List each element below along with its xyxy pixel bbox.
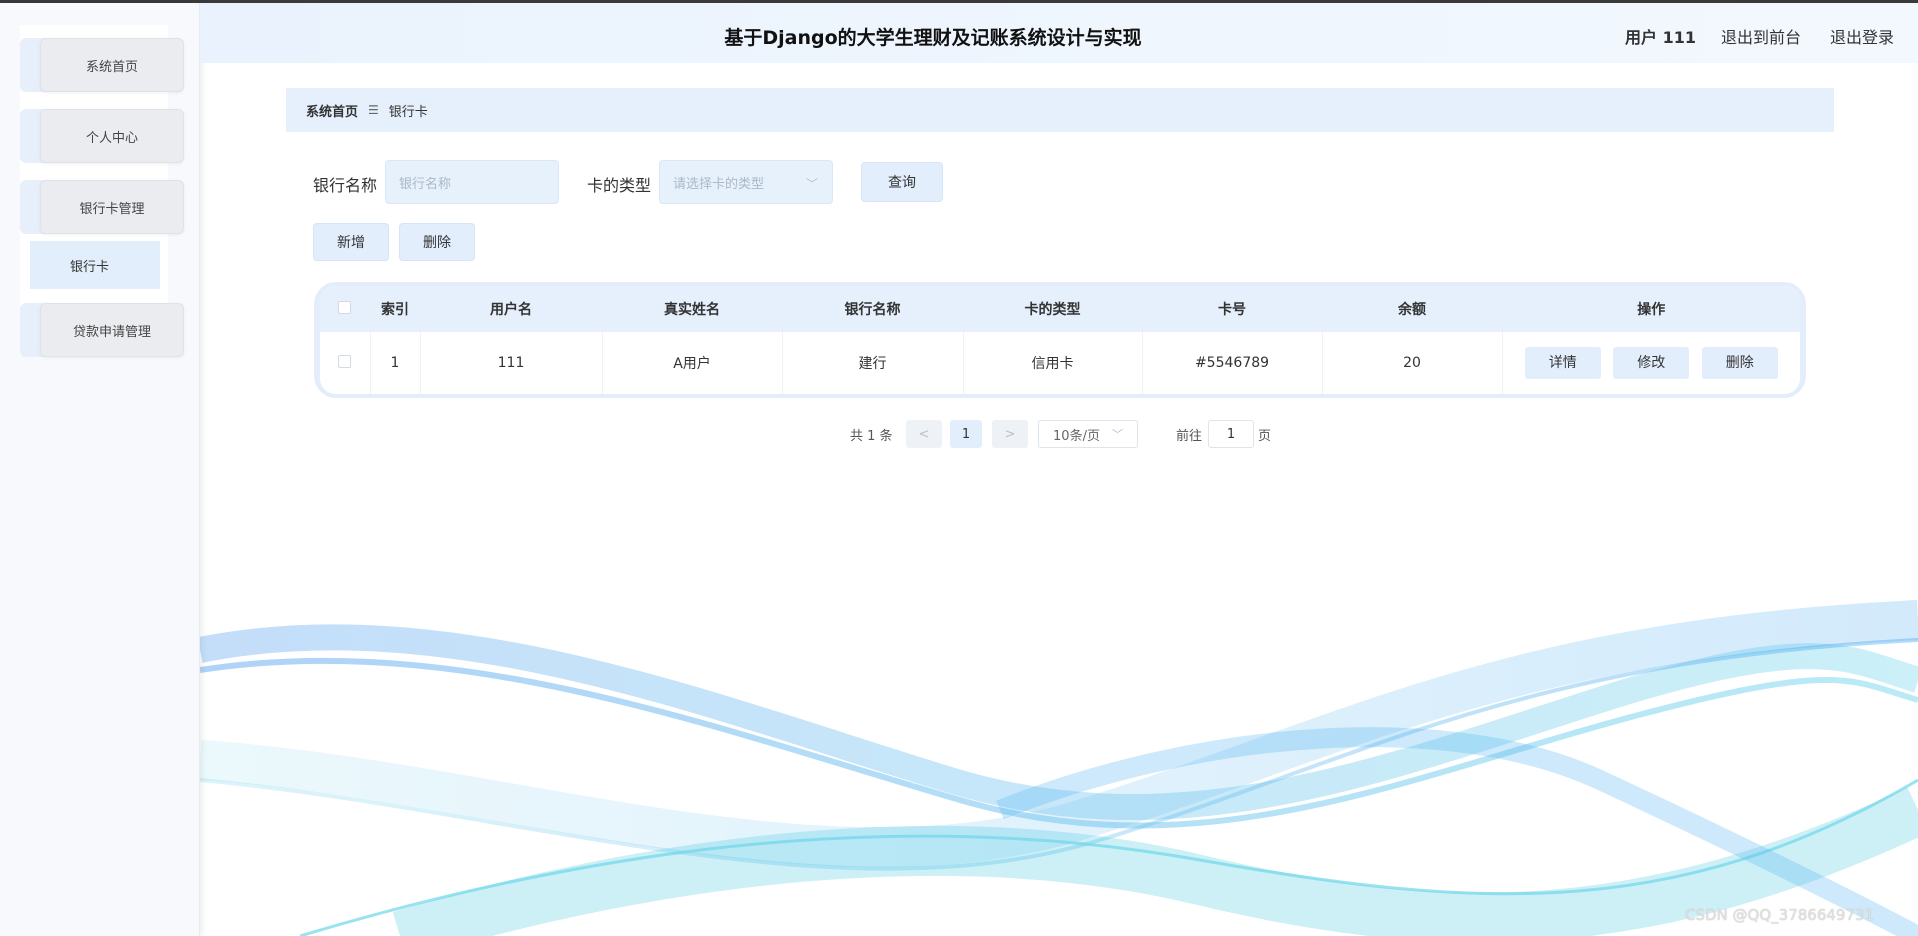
cell-actions: 详情 修改 删除 bbox=[1502, 332, 1800, 394]
column-header-balance: 余额 bbox=[1322, 286, 1503, 332]
query-button[interactable]: 查询 bbox=[861, 162, 943, 202]
bankcard-table: 索引 用户名 真实姓名 银行名称 卡的类型 卡号 余额 操作 1 111 A用户… bbox=[320, 286, 1800, 394]
sidebar-item-profile[interactable]: 个人中心 bbox=[20, 109, 184, 163]
sidebar: 系统首页 个人中心 银行卡管理 银行卡 贷款申请管理 bbox=[0, 3, 200, 936]
cell-index: 1 bbox=[370, 332, 421, 394]
column-header-realname: 真实姓名 bbox=[602, 286, 783, 332]
select-all-checkbox[interactable] bbox=[338, 300, 352, 314]
pager-page-1[interactable]: 1 bbox=[950, 420, 982, 448]
data-table-container: 索引 用户名 真实姓名 银行名称 卡的类型 卡号 余额 操作 1 111 A用户… bbox=[314, 282, 1806, 398]
column-header-card-type: 卡的类型 bbox=[963, 286, 1143, 332]
watermark: CSDN @QQ_3786649731 bbox=[1685, 906, 1875, 924]
edit-button[interactable]: 修改 bbox=[1613, 347, 1690, 379]
cell-card-number: #5546789 bbox=[1142, 332, 1323, 394]
to-front-link[interactable]: 退出到前台 bbox=[1721, 24, 1801, 48]
batch-delete-button[interactable]: 删除 bbox=[399, 223, 475, 261]
table-row: 1 111 A用户 建行 信用卡 #5546789 20 详情 修改 删除 bbox=[320, 332, 1800, 394]
sidebar-item-loan-management[interactable]: 贷款申请管理 bbox=[20, 303, 184, 357]
sidebar-item-home[interactable]: 系统首页 bbox=[20, 38, 184, 92]
add-button[interactable]: 新增 bbox=[313, 223, 389, 261]
sidebar-item-label: 银行卡管理 bbox=[40, 180, 184, 234]
card-type-label: 卡的类型 bbox=[587, 176, 652, 195]
cell-card-type: 信用卡 bbox=[963, 332, 1143, 394]
detail-button[interactable]: 详情 bbox=[1524, 347, 1601, 379]
column-header-bank: 银行名称 bbox=[782, 286, 964, 332]
pager-size-value: 10条/页 bbox=[1053, 428, 1100, 444]
pager-size-select[interactable]: 10条/页 ﹀ bbox=[1038, 420, 1138, 448]
top-header: 基于Django的大学生理财及记账系统设计与实现 用户 111 退出到前台 退出… bbox=[200, 3, 1918, 63]
column-header-card-number: 卡号 bbox=[1142, 286, 1323, 332]
cell-balance: 20 bbox=[1322, 332, 1503, 394]
current-user: 用户 111 bbox=[1625, 28, 1696, 47]
pager-goto-input[interactable]: 1 bbox=[1208, 420, 1254, 448]
cell-username: 111 bbox=[420, 332, 603, 394]
cell-realname: A用户 bbox=[602, 332, 783, 394]
bank-name-label: 银行名称 bbox=[313, 176, 378, 195]
card-type-select[interactable]: 请选择卡的类型 ﹀ bbox=[659, 160, 833, 204]
sidebar-item-label: 个人中心 bbox=[40, 109, 184, 163]
card-type-placeholder: 请选择卡的类型 bbox=[673, 176, 765, 192]
pager-prev-button[interactable]: < bbox=[906, 420, 942, 448]
breadcrumb-separator-icon: ☰ bbox=[368, 103, 379, 117]
background-waves bbox=[200, 600, 1918, 936]
sidebar-item-bankcard-management[interactable]: 银行卡管理 bbox=[20, 180, 184, 234]
column-header-index: 索引 bbox=[370, 286, 421, 332]
logout-link[interactable]: 退出登录 bbox=[1830, 24, 1894, 48]
row-checkbox[interactable] bbox=[338, 354, 352, 368]
breadcrumb: 系统首页 ☰ 银行卡 bbox=[286, 88, 1834, 132]
chevron-down-icon: ﹀ bbox=[805, 177, 818, 191]
breadcrumb-current: 银行卡 bbox=[388, 104, 428, 120]
sidebar-subitem-bankcard[interactable]: 银行卡 bbox=[30, 241, 160, 289]
column-header-actions: 操作 bbox=[1637, 302, 1666, 318]
row-select-cell[interactable] bbox=[320, 332, 371, 394]
bank-name-input[interactable]: 银行名称 bbox=[385, 160, 559, 204]
select-all-cell[interactable] bbox=[320, 286, 371, 332]
delete-button[interactable]: 删除 bbox=[1701, 347, 1778, 379]
table-header-row: 索引 用户名 真实姓名 银行名称 卡的类型 卡号 余额 操作 bbox=[320, 286, 1800, 332]
page-title: 基于Django的大学生理财及记账系统设计与实现 bbox=[724, 27, 1142, 49]
pager-goto-suffix: 页 bbox=[1258, 429, 1272, 444]
chevron-down-icon: ﹀ bbox=[1111, 428, 1123, 441]
breadcrumb-home[interactable]: 系统首页 bbox=[306, 101, 358, 120]
pager-goto-label: 前往 bbox=[1176, 429, 1203, 444]
cell-bank: 建行 bbox=[782, 332, 964, 394]
pager-total: 共 1 条 bbox=[850, 429, 893, 444]
bank-name-placeholder: 银行名称 bbox=[399, 176, 452, 192]
sidebar-item-label: 贷款申请管理 bbox=[40, 303, 184, 357]
column-header-username: 用户名 bbox=[420, 286, 603, 332]
sidebar-item-label: 系统首页 bbox=[40, 38, 184, 92]
pager-next-button[interactable]: > bbox=[992, 420, 1028, 448]
